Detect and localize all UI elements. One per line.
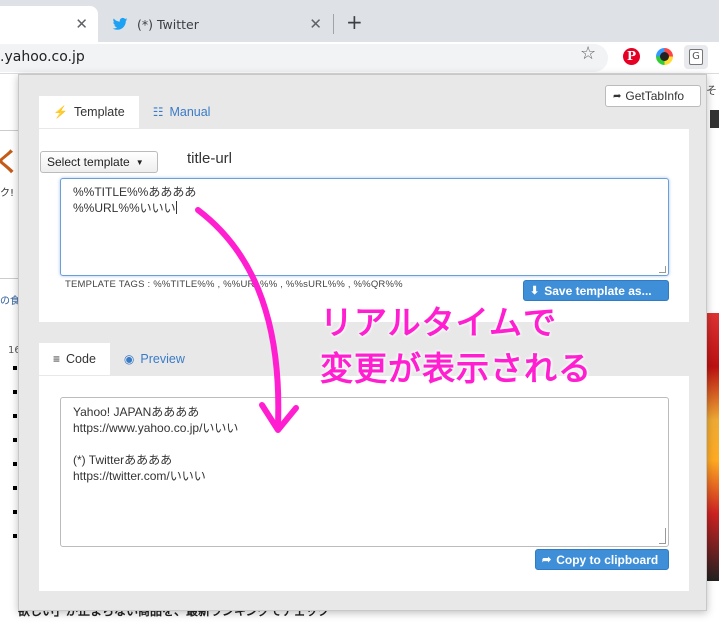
select-template-dropdown[interactable]: Select template ▼ bbox=[40, 151, 158, 173]
template-name: title-url bbox=[187, 150, 233, 167]
background-link: の食 bbox=[0, 296, 20, 307]
background-arrow-icon: く bbox=[0, 148, 21, 178]
tab-separator bbox=[333, 14, 334, 34]
background-divider bbox=[0, 130, 18, 131]
save-template-label: Save template as... bbox=[544, 283, 652, 298]
gettabinfo-button[interactable]: ➦ GetTabInfo bbox=[605, 85, 701, 107]
select-template-label: Select template bbox=[47, 155, 130, 169]
tab-manual[interactable]: ☷ Manual bbox=[139, 96, 225, 128]
code-output[interactable]: Yahoo! JAPANああああ https://www.yahoo.co.jp… bbox=[60, 397, 669, 547]
output-line: Yahoo! JAPANああああ bbox=[73, 405, 200, 419]
share-arrow-icon: ➦ bbox=[542, 554, 552, 566]
url-text: .yahoo.co.jp bbox=[0, 49, 85, 65]
gettabinfo-label: GetTabInfo bbox=[625, 89, 685, 103]
address-bar[interactable]: .yahoo.co.jp bbox=[0, 44, 608, 72]
template-editor[interactable]: %%TITLE%%ああああ %%URL%%いいい bbox=[60, 178, 669, 276]
background-text: ク! bbox=[0, 188, 15, 199]
tab-twitter[interactable]: (*) Twitter ✕ bbox=[100, 6, 332, 42]
template-tags-help: TEMPLATE TAGS : %%TITLE%% , %%URL%% , %%… bbox=[65, 279, 403, 290]
close-tab-icon[interactable]: ✕ bbox=[309, 15, 322, 33]
twitter-icon bbox=[112, 17, 128, 30]
tab-strip: ✕ (*) Twitter ✕ + bbox=[0, 0, 719, 42]
tab-code-label: Code bbox=[66, 352, 96, 366]
close-tab-icon[interactable]: ✕ bbox=[75, 15, 88, 33]
template-tabs: ⚡ Template ☷ Manual bbox=[39, 96, 224, 128]
tab-template-label: Template bbox=[73, 105, 125, 119]
tab-yahoo[interactable]: ✕ bbox=[0, 6, 98, 42]
resize-handle-icon[interactable] bbox=[659, 266, 666, 273]
list-lines-icon: ≡ bbox=[53, 352, 61, 366]
background-right-bar bbox=[710, 110, 719, 128]
background-right-text: そ bbox=[706, 84, 717, 97]
gettabinfo-extension-icon[interactable]: G bbox=[684, 45, 708, 69]
caret-down-icon: ▼ bbox=[135, 157, 144, 167]
bookmark-star-icon[interactable]: ☆ bbox=[580, 43, 596, 64]
tab-code[interactable]: ≡ Code bbox=[39, 343, 110, 375]
color-picker-extension-icon[interactable] bbox=[656, 48, 673, 65]
output-line: https://twitter.com/いいい bbox=[73, 469, 206, 483]
annotation-text: リアルタイムで bbox=[320, 303, 558, 342]
browser-toolbar: .yahoo.co.jp ☆ bbox=[0, 42, 719, 74]
bolt-icon: ⚡ bbox=[53, 105, 68, 119]
pinterest-extension-icon[interactable]: P bbox=[623, 48, 640, 65]
share-arrow-icon: ➦ bbox=[613, 90, 622, 102]
text-cursor bbox=[175, 201, 177, 214]
tab-label: (*) Twitter bbox=[137, 16, 199, 32]
copy-to-clipboard-button[interactable]: ➦ Copy to clipboard bbox=[535, 549, 669, 570]
output-tabs: ≡ Code ◉ Preview bbox=[39, 343, 199, 375]
resize-handle-icon[interactable] bbox=[659, 528, 666, 544]
tab-preview-label: Preview bbox=[140, 352, 185, 366]
eye-icon: ◉ bbox=[123, 352, 135, 366]
annotation-text: 変更が表示される bbox=[320, 349, 592, 388]
tab-template[interactable]: ⚡ Template bbox=[39, 96, 139, 128]
background-divider bbox=[0, 278, 18, 279]
template-line: %%TITLE%%ああああ bbox=[73, 185, 197, 199]
new-tab-icon[interactable]: + bbox=[346, 10, 363, 34]
output-line: https://www.yahoo.co.jp/いいい bbox=[73, 421, 239, 435]
template-line: %%URL%%いいい bbox=[73, 201, 176, 215]
output-line: (*) Twitterああああ bbox=[73, 453, 173, 467]
list-icon: ☷ bbox=[152, 105, 164, 119]
tab-manual-label: Manual bbox=[169, 105, 211, 119]
background-ad-image bbox=[706, 313, 719, 581]
copy-label: Copy to clipboard bbox=[556, 552, 659, 567]
background-bullets bbox=[13, 366, 17, 558]
tab-preview[interactable]: ◉ Preview bbox=[110, 343, 199, 375]
